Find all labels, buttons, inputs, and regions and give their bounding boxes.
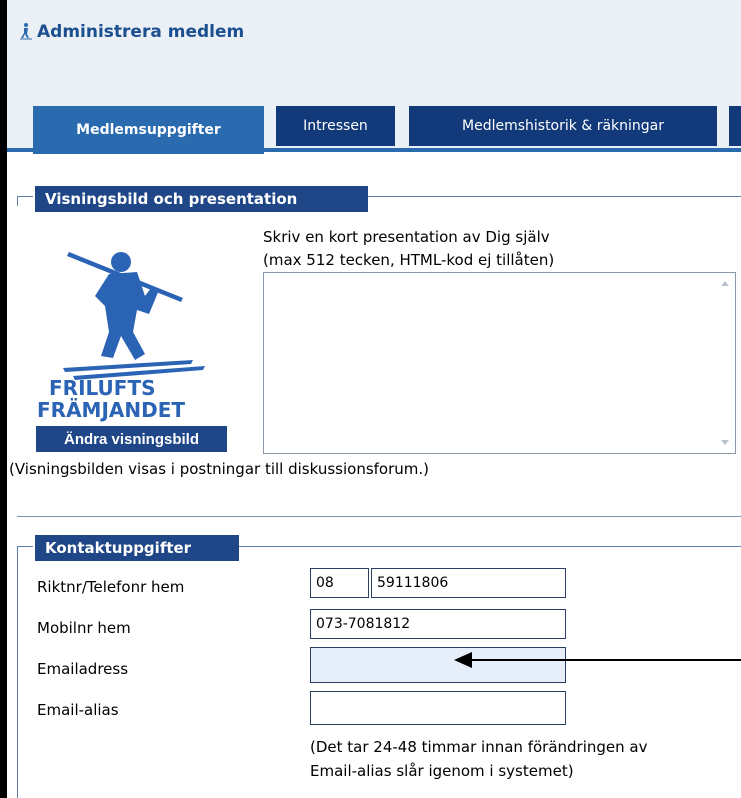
profile-image: FRILUFTS FRÄMJANDET (33, 236, 229, 426)
fieldset-border (367, 196, 741, 197)
alias-note-line-2: Email-alias slår igenom i systemet) (310, 762, 574, 780)
tab-intressen[interactable]: Intressen (276, 106, 395, 146)
tab-label: Intressen (303, 118, 368, 134)
legend-text: Visningsbild och presentation (45, 190, 298, 208)
tab-bar-underline (7, 148, 741, 152)
skier-logo-icon (63, 252, 205, 380)
tab-medlemshistorik[interactable]: Medlemshistorik & räkningar (409, 106, 717, 146)
page-title: Administrera medlem (19, 22, 244, 42)
logo-text-line2: FRÄMJANDET (37, 398, 186, 422)
annotation-arrow-icon (470, 659, 741, 661)
change-image-button[interactable]: Ändra visningsbild (36, 426, 227, 452)
input-value: 08 (316, 575, 334, 591)
alias-label: Email-alias (37, 701, 119, 719)
admin-member-window: Administrera medlem Medlemsuppgifter Int… (7, 0, 741, 798)
phone-label: Riktnr/Telefonr hem (37, 578, 185, 596)
arrow-head-icon (454, 652, 472, 668)
section-legend-contact: Kontaktuppgifter (35, 535, 239, 561)
fieldset-border (17, 196, 18, 206)
button-label: Ändra visningsbild (63, 430, 199, 448)
page-title-text: Administrera medlem (37, 22, 245, 42)
phone-number-input[interactable]: 59111806 (371, 568, 566, 598)
email-input[interactable] (310, 647, 566, 683)
instruction-line-2: (max 512 tecken, HTML-kod ej tillåten) (263, 251, 555, 269)
fieldset-border (17, 546, 33, 547)
image-note: (Visningsbilden visas i postningar till … (9, 460, 430, 478)
fieldset-border (17, 546, 18, 798)
input-value: 073-7081812 (316, 616, 411, 632)
mobile-input[interactable]: 073-7081812 (310, 609, 566, 639)
email-label: Emailadress (37, 660, 129, 678)
tab-label: Medlemshistorik & räkningar (462, 118, 664, 134)
scroll-up-arrow[interactable] (721, 281, 729, 286)
section-legend-presentation: Visningsbild och presentation (35, 186, 368, 212)
alias-note-line-1: (Det tar 24-48 timmar innan förändringen… (310, 738, 648, 756)
area-code-input[interactable]: 08 (310, 568, 369, 598)
fieldset-border (238, 546, 741, 547)
window-header: Administrera medlem Medlemsuppgifter Int… (7, 0, 741, 154)
email-alias-input[interactable] (310, 691, 566, 725)
tab-overflow[interactable] (729, 106, 741, 146)
input-value: 59111806 (377, 575, 449, 591)
mobile-label: Mobilnr hem (37, 619, 131, 637)
logo-text-line1: FRILUFTS (49, 376, 156, 400)
window-frame-left (0, 0, 7, 798)
legend-text: Kontaktuppgifter (45, 539, 192, 557)
section-separator (17, 516, 741, 517)
instruction-line-1: Skriv en kort presentation av Dig själv (263, 228, 550, 246)
tab-label: Medlemsuppgifter (76, 122, 221, 138)
scroll-down-arrow[interactable] (721, 440, 729, 445)
skier-icon (20, 23, 32, 40)
presentation-textarea[interactable] (263, 272, 736, 454)
fieldset-border (17, 196, 33, 197)
tab-medlemsuppgifter[interactable]: Medlemsuppgifter (33, 106, 264, 154)
